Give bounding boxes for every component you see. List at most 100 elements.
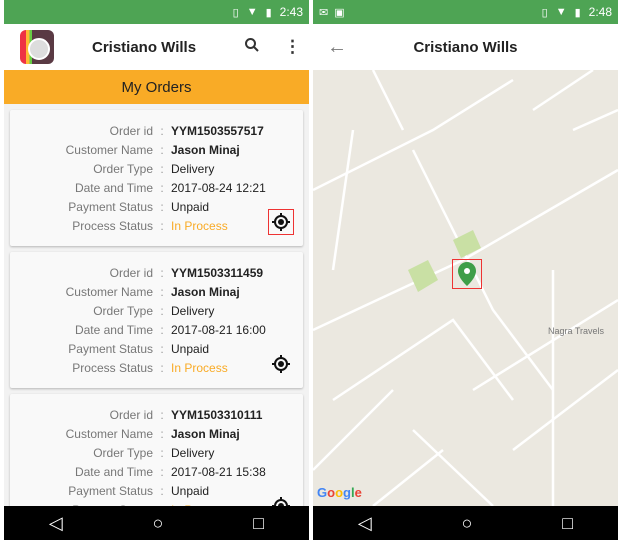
order-field-order_id: Order id: YYM1503311459 bbox=[10, 264, 303, 283]
separator: : bbox=[160, 427, 164, 441]
status-time: 2:48 bbox=[588, 5, 612, 19]
order-card[interactable]: Order id: YYM1503557517 Customer Name: Jaso… bbox=[10, 110, 303, 246]
nav-bar: ◁ ○ □ bbox=[313, 506, 618, 540]
vibrate-icon: ▯ bbox=[541, 6, 548, 19]
status-time: 2:43 bbox=[279, 5, 303, 19]
field-value: Jason Minaj bbox=[171, 143, 240, 157]
locate-icon[interactable] bbox=[268, 209, 294, 235]
map-screen: ✉ ▣ ▯ ▼ ▮ 2:48 ← Cristiano Wills Nagra Tr… bbox=[313, 0, 618, 540]
separator: : bbox=[160, 162, 164, 176]
home-nav-icon[interactable]: ○ bbox=[462, 513, 473, 534]
back-nav-icon[interactable]: ◁ bbox=[49, 513, 63, 534]
field-label: Payment Status bbox=[68, 484, 153, 498]
separator: : bbox=[160, 361, 164, 375]
separator: : bbox=[160, 484, 164, 498]
field-value: Jason Minaj bbox=[171, 427, 240, 441]
separator: : bbox=[160, 342, 164, 356]
battery-icon: ▮ bbox=[574, 6, 581, 19]
app-title: Cristiano Wills bbox=[92, 38, 197, 56]
section-title: My Orders bbox=[4, 70, 309, 104]
separator: : bbox=[160, 181, 164, 195]
wifi-icon: ▼ bbox=[246, 6, 258, 18]
field-value: YYM1503311459 bbox=[171, 266, 264, 280]
order-field-type: Order Type: Delivery bbox=[10, 302, 303, 321]
battery-icon: ▮ bbox=[265, 6, 272, 19]
field-label: Customer Name bbox=[65, 143, 153, 157]
order-field-payment: Payment Status: Unpaid bbox=[10, 198, 303, 217]
search-icon[interactable] bbox=[244, 37, 260, 58]
field-label: Customer Name bbox=[65, 427, 153, 441]
google-attribution: Google bbox=[317, 485, 362, 500]
field-value: YYM1503557517 bbox=[171, 124, 264, 138]
location-pin-icon[interactable] bbox=[452, 259, 482, 289]
separator: : bbox=[160, 323, 164, 337]
order-field-datetime: Date and Time:2017-08-21 16:00 bbox=[10, 321, 303, 340]
field-label: Order Type bbox=[93, 446, 153, 460]
field-label: Order Type bbox=[93, 162, 153, 176]
recents-nav-icon[interactable]: □ bbox=[562, 513, 573, 534]
field-value: YYM1503310111 bbox=[171, 408, 263, 422]
home-nav-icon[interactable]: ○ bbox=[153, 513, 164, 534]
wifi-icon: ▼ bbox=[555, 6, 567, 18]
field-value: 2017-08-21 16:00 bbox=[171, 323, 266, 337]
field-value: Delivery bbox=[171, 162, 215, 176]
order-field-order_id: Order id: YYM1503557517 bbox=[10, 122, 303, 141]
order-field-customer: Customer Name: Jason Minaj bbox=[10, 283, 303, 302]
map-roads bbox=[313, 70, 618, 506]
status-bar: ▯ ▼ ▮ 2:43 bbox=[4, 0, 309, 24]
separator: : bbox=[160, 465, 164, 479]
order-field-order_id: Order id: YYM1503310111 bbox=[10, 406, 303, 425]
field-label: Order Type bbox=[93, 304, 153, 318]
order-card[interactable]: Order id: YYM1503311459 Customer Name: Jaso… bbox=[10, 252, 303, 388]
field-label: Customer Name bbox=[65, 285, 153, 299]
app-logo bbox=[20, 30, 54, 64]
order-field-datetime: Date and Time:2017-08-21 15:38 bbox=[10, 463, 303, 482]
back-arrow-icon[interactable]: ← bbox=[327, 36, 347, 59]
field-label: Order id bbox=[109, 408, 153, 422]
map-place-label: Nagra Travels bbox=[548, 326, 605, 336]
field-value: Unpaid bbox=[171, 200, 210, 214]
field-value: 2017-08-21 15:38 bbox=[171, 465, 266, 479]
image-icon: ▣ bbox=[334, 6, 345, 19]
back-nav-icon[interactable]: ◁ bbox=[358, 513, 372, 534]
field-value: 2017-08-24 12:21 bbox=[171, 181, 266, 195]
separator: : bbox=[160, 200, 164, 214]
order-field-process: Process Status: In Process bbox=[10, 359, 303, 378]
field-value: Jason Minaj bbox=[171, 285, 240, 299]
app-title: Cristiano Wills bbox=[413, 38, 518, 56]
order-field-payment: Payment Status: Unpaid bbox=[10, 482, 303, 501]
app-bar: Cristiano Wills ⋮ bbox=[4, 24, 309, 70]
field-label: Date and Time bbox=[74, 323, 153, 337]
app-bar: ← Cristiano Wills bbox=[313, 24, 618, 70]
field-label: Order id bbox=[109, 266, 153, 280]
order-field-customer: Customer Name: Jason Minaj bbox=[10, 141, 303, 160]
order-field-type: Order Type: Delivery bbox=[10, 444, 303, 463]
field-value: In Process bbox=[171, 361, 228, 375]
order-field-process: Process Status: In Process bbox=[10, 217, 303, 236]
order-field-payment: Payment Status: Unpaid bbox=[10, 340, 303, 359]
field-value: Unpaid bbox=[171, 342, 210, 356]
more-vert-icon[interactable]: ⋮ bbox=[284, 37, 301, 57]
order-field-type: Order Type: Delivery bbox=[10, 160, 303, 179]
map-view[interactable]: Nagra Travels Google bbox=[313, 70, 618, 506]
locate-icon[interactable] bbox=[269, 352, 293, 376]
field-label: Date and Time bbox=[74, 181, 153, 195]
field-value: Delivery bbox=[171, 446, 215, 460]
separator: : bbox=[160, 408, 164, 422]
vibrate-icon: ▯ bbox=[232, 6, 239, 19]
field-label: Order id bbox=[109, 124, 153, 138]
nav-bar: ◁ ○ □ bbox=[4, 506, 309, 540]
field-label: Process Status bbox=[72, 361, 153, 375]
separator: : bbox=[160, 446, 164, 460]
separator: : bbox=[160, 219, 164, 233]
orders-screen: ▯ ▼ ▮ 2:43 Cristiano Wills ⋮ My Orders O… bbox=[4, 0, 309, 540]
field-value: Unpaid bbox=[171, 484, 210, 498]
status-bar: ✉ ▣ ▯ ▼ ▮ 2:48 bbox=[313, 0, 618, 24]
field-label: Payment Status bbox=[68, 200, 153, 214]
separator: : bbox=[160, 124, 164, 138]
recents-nav-icon[interactable]: □ bbox=[253, 513, 264, 534]
separator: : bbox=[160, 143, 164, 157]
field-label: Payment Status bbox=[68, 342, 153, 356]
mail-icon: ✉ bbox=[319, 6, 329, 19]
field-label: Date and Time bbox=[74, 465, 153, 479]
